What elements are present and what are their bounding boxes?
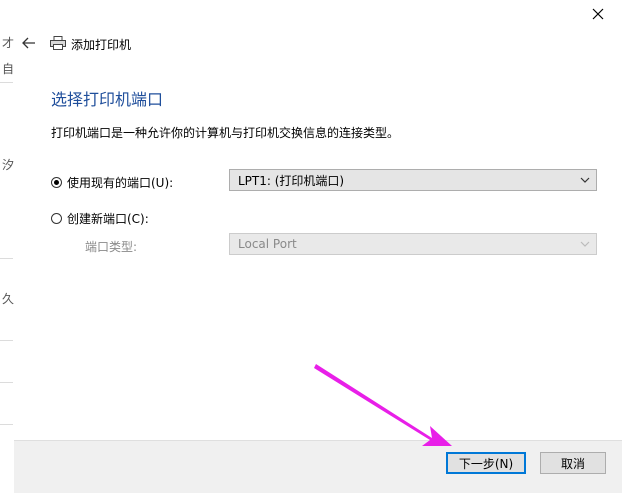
background-divider bbox=[0, 258, 13, 259]
dialog-footer: 下一步(N) 取消 bbox=[14, 440, 622, 493]
background-divider bbox=[0, 424, 13, 425]
chevron-down-icon bbox=[580, 241, 590, 247]
port-type-value: Local Port bbox=[238, 237, 297, 251]
create-new-port-label: 创建新端口(C): bbox=[67, 212, 149, 226]
printer-icon bbox=[50, 36, 66, 50]
close-icon bbox=[592, 8, 604, 20]
close-button[interactable] bbox=[588, 4, 608, 24]
add-printer-dialog: 添加打印机 选择打印机端口 打印机端口是一种允许你的计算机与打印机交换信息的连接… bbox=[14, 0, 622, 493]
back-arrow-icon bbox=[22, 37, 35, 49]
chevron-down-icon bbox=[580, 177, 590, 183]
create-new-port-radio[interactable]: 创建新端口(C): bbox=[51, 210, 149, 227]
page-heading: 选择打印机端口 bbox=[51, 90, 164, 109]
existing-port-select[interactable]: LPT1: (打印机端口) bbox=[229, 169, 597, 191]
background-divider bbox=[0, 82, 13, 83]
radio-indicator[interactable] bbox=[51, 177, 62, 188]
window-title: 添加打印机 bbox=[71, 38, 132, 52]
next-button[interactable]: 下一步(N) bbox=[446, 452, 526, 474]
use-existing-port-label: 使用现有的端口(U): bbox=[67, 176, 174, 190]
background-divider bbox=[0, 382, 13, 383]
background-glyph: 汐 bbox=[2, 158, 15, 172]
background-divider bbox=[0, 340, 13, 341]
background-window-edge: 才 自 汐 久 bbox=[0, 0, 15, 492]
back-button[interactable] bbox=[20, 34, 38, 52]
existing-port-value: LPT1: (打印机端口) bbox=[238, 173, 345, 188]
port-type-label: 端口类型: bbox=[85, 240, 138, 254]
cancel-button[interactable]: 取消 bbox=[540, 452, 606, 474]
background-glyph: 久 bbox=[2, 292, 15, 306]
radio-indicator[interactable] bbox=[51, 213, 62, 224]
page-description: 打印机端口是一种允许你的计算机与打印机交换信息的连接类型。 bbox=[51, 126, 400, 140]
use-existing-port-radio[interactable]: 使用现有的端口(U): bbox=[51, 174, 173, 191]
background-glyph: 自 bbox=[2, 62, 15, 76]
port-type-select: Local Port bbox=[229, 233, 597, 255]
background-glyph: 才 bbox=[2, 36, 15, 50]
